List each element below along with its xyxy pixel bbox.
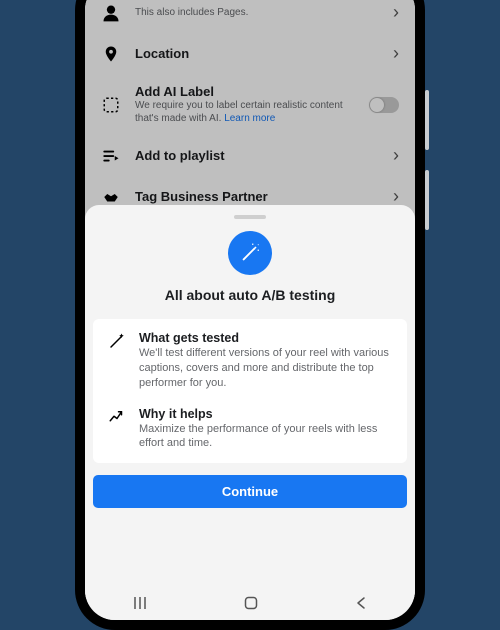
ai-label-toggle[interactable] [369, 97, 399, 113]
info-what-gets-tested: What gets tested We'll test different ve… [107, 331, 393, 391]
handshake-icon [101, 187, 121, 207]
row-title: Add to playlist [135, 148, 379, 163]
playlist-add-icon [101, 146, 121, 166]
continue-button[interactable]: Continue [93, 475, 407, 508]
info-sub: We'll test different versions of your re… [139, 346, 393, 391]
sheet-grabber[interactable] [234, 215, 266, 219]
people-icon [101, 3, 121, 23]
phone-frame: This also includes Pages. › Location › [75, 0, 425, 630]
row-add-to-playlist[interactable]: Add to playlist › [101, 135, 399, 176]
info-title: What gets tested [139, 331, 393, 345]
row-ai-label[interactable]: Add AI Label We require you to label cer… [101, 74, 399, 135]
row-sub: We require you to label certain realisti… [135, 99, 355, 125]
android-nav-bar [85, 586, 415, 620]
magic-wand-icon [228, 231, 272, 275]
row-title: Add AI Label [135, 84, 355, 99]
ai-label-icon [101, 95, 121, 115]
side-button [425, 170, 429, 230]
row-tagged-people[interactable]: This also includes Pages. › [101, 0, 399, 33]
info-card: What gets tested We'll test different ve… [93, 319, 407, 463]
side-button [425, 90, 429, 150]
learn-more-link[interactable]: Learn more [224, 113, 275, 124]
back-button[interactable] [355, 596, 367, 610]
recents-button[interactable] [133, 596, 147, 610]
trend-up-icon [107, 407, 127, 427]
info-sub: Maximize the performance of your reels w… [139, 422, 393, 452]
location-icon [101, 44, 121, 64]
home-button[interactable] [244, 596, 258, 610]
info-title: Why it helps [139, 407, 393, 421]
info-why-it-helps: Why it helps Maximize the performance of… [107, 407, 393, 452]
ab-testing-sheet: All about auto A/B testing What gets tes… [85, 205, 415, 620]
chevron-right-icon: › [393, 145, 399, 166]
wand-icon [107, 331, 127, 351]
row-location[interactable]: Location › [101, 33, 399, 74]
screen: This also includes Pages. › Location › [85, 0, 415, 620]
row-title: Tag Business Partner [135, 189, 379, 204]
sheet-title: All about auto A/B testing [85, 287, 415, 303]
chevron-right-icon: › [393, 2, 399, 23]
row-sub: This also includes Pages. [135, 6, 379, 19]
row-title: Location [135, 46, 379, 61]
chevron-right-icon: › [393, 43, 399, 64]
chevron-right-icon: › [393, 186, 399, 207]
